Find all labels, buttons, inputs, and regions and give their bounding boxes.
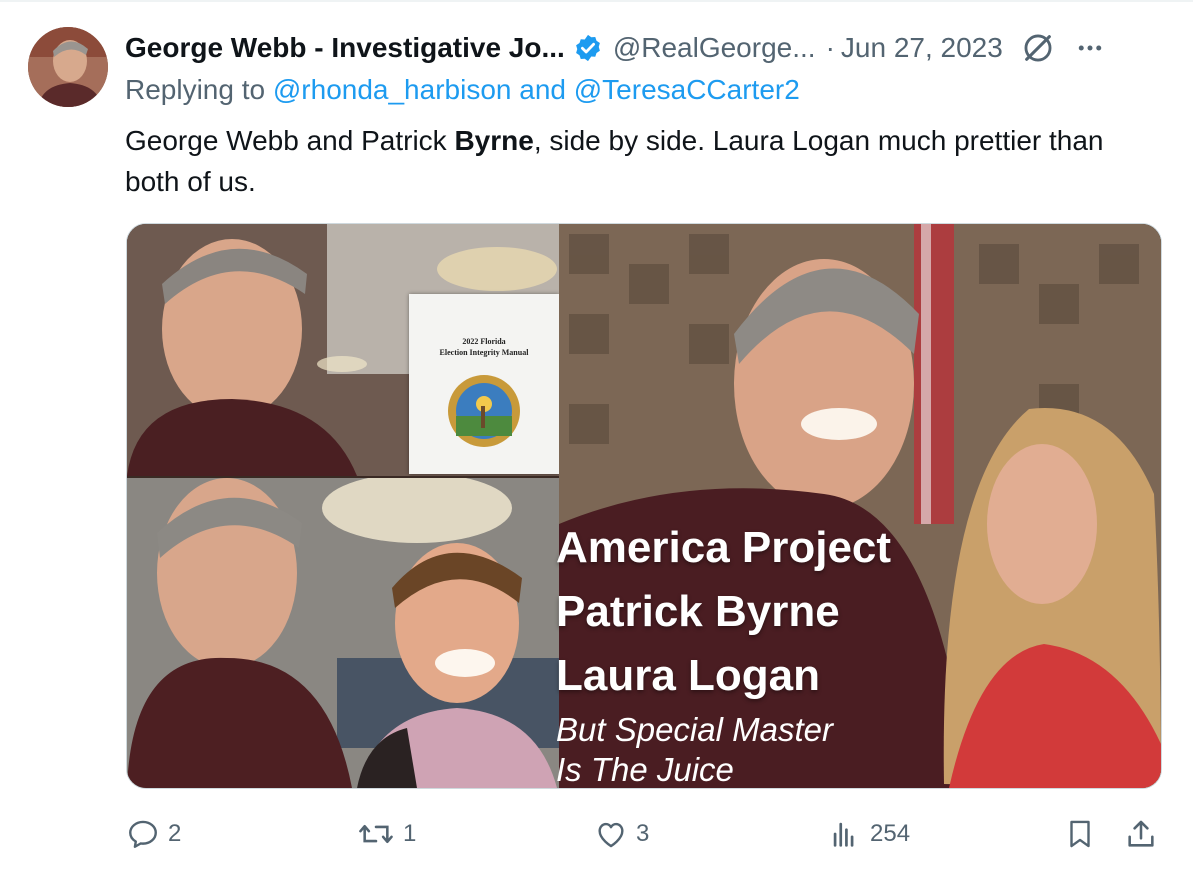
replying-to-line: Replying to @rhonda_harbison and @Teresa…	[125, 74, 800, 106]
verified-icon[interactable]	[573, 33, 603, 63]
like-button[interactable]: 3	[594, 812, 649, 856]
like-icon	[598, 822, 624, 848]
tweet-text-bold: Byrne	[454, 125, 534, 156]
reply-icon	[129, 820, 157, 848]
replying-joiner: and	[511, 74, 574, 105]
manual-title-line-1: 2022 Florida	[462, 337, 506, 346]
retweet-button[interactable]: 1	[357, 812, 416, 856]
overlay-sub-2: Is The Juice	[556, 751, 734, 782]
views-button[interactable]: 254	[828, 812, 910, 856]
views-count: 254	[870, 820, 911, 847]
photo-panel-bottom-left	[127, 478, 559, 788]
media-overlay-text: America Project Patrick Byrne Laura Loga…	[556, 516, 891, 708]
like-count: 3	[636, 820, 650, 847]
reply-count: 2	[168, 820, 182, 847]
manual-cover: 2022 Florida Election Integrity Manual	[409, 294, 559, 474]
manual-title-line-2: Election Integrity Manual	[439, 348, 529, 357]
avatar-image	[28, 27, 108, 107]
author-handle[interactable]: @RealGeorge...	[613, 32, 816, 64]
separator-dot: ·	[825, 32, 835, 63]
overlay-line-2: Patrick Byrne	[556, 587, 840, 636]
mention-link-2[interactable]: @TeresaCCarter2	[574, 74, 800, 105]
tweet-date[interactable]: Jun 27, 2023	[841, 32, 1003, 64]
media-overlay-subtext: But Special Master Is The Juice	[556, 708, 833, 782]
views-icon	[833, 822, 854, 847]
grok-icon[interactable]	[1021, 31, 1055, 65]
author-name[interactable]: George Webb - Investigative Jo...	[125, 32, 565, 64]
replying-prefix: Replying to	[125, 74, 273, 105]
photo-panel-top-left: 2022 Florida Election Integrity Manual	[127, 224, 559, 476]
tweet-header: George Webb - Investigative Jo... @RealG…	[125, 28, 1105, 68]
retweet-count: 1	[403, 820, 417, 847]
tweet-text-part-1: George Webb and Patrick	[125, 125, 455, 156]
mention-link-1[interactable]: @rhonda_harbison	[273, 74, 512, 105]
action-bar: 2 1 3 254	[0, 812, 1193, 856]
retweet-icon	[359, 824, 393, 844]
overlay-line-1: America Project	[556, 523, 892, 572]
tweet-text: George Webb and Patrick Byrne, side by s…	[125, 120, 1135, 202]
overlay-sub-1: But Special Master	[556, 711, 833, 748]
top-divider	[0, 0, 1193, 2]
bookmark-icon	[1070, 820, 1090, 848]
share-icon	[1128, 820, 1154, 847]
more-icon[interactable]	[1075, 33, 1105, 63]
bookmark-button[interactable]	[1063, 812, 1097, 856]
florida-seal-icon	[448, 375, 520, 447]
avatar[interactable]	[28, 27, 108, 107]
overlay-line-3: Laura Logan	[556, 651, 821, 700]
reply-button[interactable]: 2	[126, 812, 181, 856]
share-button[interactable]	[1124, 812, 1158, 856]
